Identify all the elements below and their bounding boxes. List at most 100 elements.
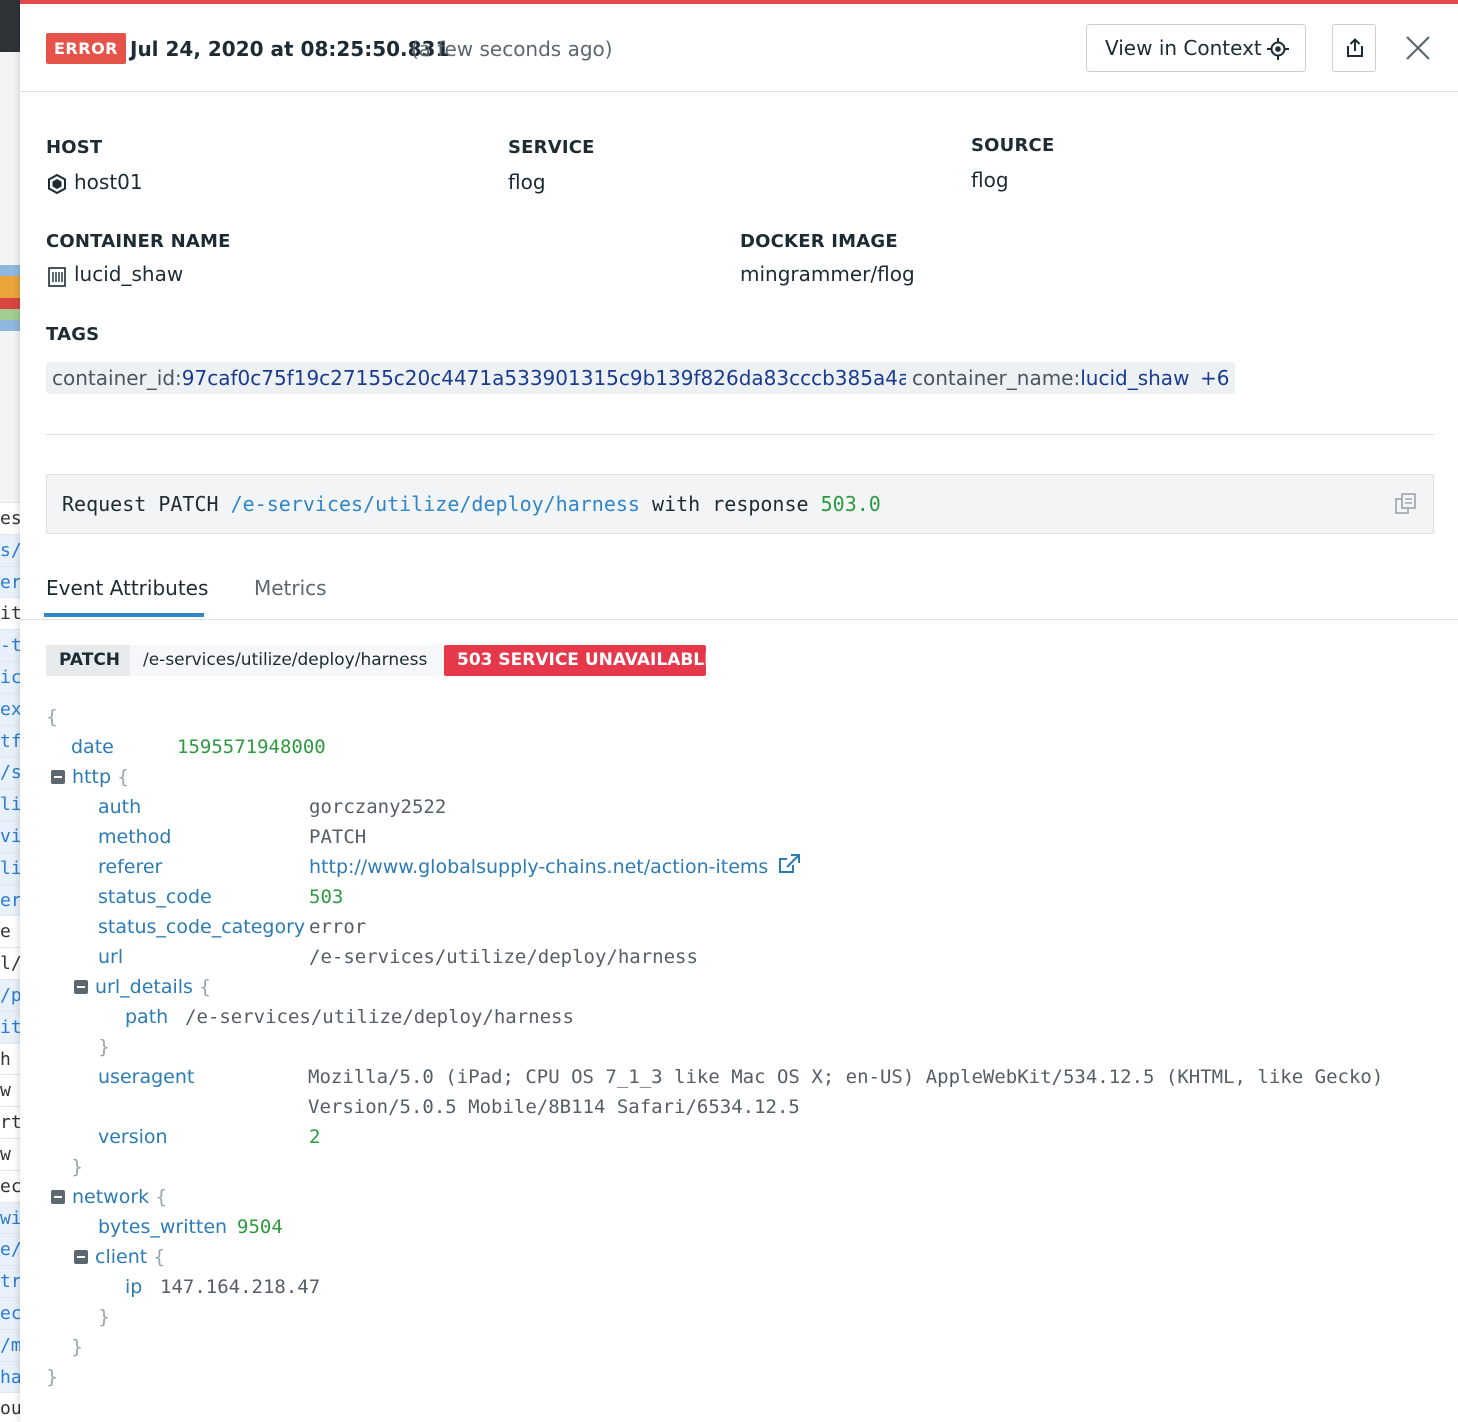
attr-value-useragent-line1[interactable]: Mozilla/5.0 (iPad; CPU OS 7_1_3 like Mac… [308, 1062, 1383, 1092]
background-log-row: rt [0, 1106, 20, 1139]
service-value[interactable]: flog [508, 170, 546, 194]
json-close-brace: } [98, 1306, 111, 1328]
status-badge: ERROR [46, 33, 126, 64]
attr-value-date[interactable]: 1595571948000 [177, 732, 326, 762]
log-detail-panel: ERROR Jul 24, 2020 at 08:25:50.831 (a fe… [20, 0, 1458, 1422]
background-log-row: tr [0, 1265, 20, 1298]
collapse-http-icon[interactable] [51, 770, 65, 784]
attr-key-useragent[interactable]: useragent [98, 1062, 194, 1092]
close-icon[interactable] [1402, 32, 1434, 64]
attr-value-status-code[interactable]: 503 [309, 882, 343, 912]
attr-key-ip[interactable]: ip [125, 1272, 142, 1302]
attr-key-auth[interactable]: auth [98, 792, 141, 822]
json-brace: { [198, 976, 212, 998]
message-code: 503.0 [820, 492, 881, 516]
attr-key-network: network [72, 1186, 150, 1208]
background-log-row: tf [0, 724, 20, 757]
attr-group-url-details[interactable]: url_details { [95, 972, 211, 1002]
attr-group-network[interactable]: network { [72, 1182, 167, 1212]
attr-key-status-code-category[interactable]: status_code_category [98, 912, 305, 942]
collapse-client-icon[interactable] [74, 1250, 88, 1264]
tag-value: 97caf0c75f19c27155c20c4471a533901315c9b1… [181, 366, 962, 390]
message-prefix: Request PATCH [62, 492, 231, 516]
attr-value-path[interactable]: /e-services/utilize/deploy/harness [185, 1002, 574, 1032]
detail-tabs: Event Attributes Metrics [20, 566, 1458, 620]
json-brace: { [117, 766, 130, 788]
json-open-brace: { [46, 706, 59, 728]
background-log-row: e [0, 915, 20, 948]
attr-group-client[interactable]: client { [95, 1242, 165, 1272]
background-log-row: l/ [0, 947, 20, 980]
attr-key-method[interactable]: method [98, 822, 171, 852]
view-in-context-button[interactable]: View in Context [1086, 24, 1306, 72]
request-method-pill: PATCH [46, 645, 130, 676]
share-icon [1347, 38, 1363, 57]
attr-value-url[interactable]: /e-services/utilize/deploy/harness [309, 942, 698, 972]
attr-value-ip[interactable]: 147.164.218.47 [160, 1272, 320, 1302]
attr-value-version[interactable]: 2 [309, 1122, 320, 1152]
host-value[interactable]: host01 [74, 170, 143, 194]
active-tab-indicator [44, 613, 204, 617]
docker-image-label: DOCKER IMAGE [740, 231, 898, 252]
background-log-list: es s/er it -t ic ex tf/s li vi li er e l//p it h w rt w ec… [0, 0, 20, 1422]
tag-key: container_id: [52, 366, 182, 390]
attr-value-auth[interactable]: gorczany2522 [309, 792, 446, 822]
attr-key-status-code[interactable]: status_code [98, 882, 212, 912]
background-log-row: wi [0, 1201, 20, 1234]
source-value[interactable]: flog [971, 168, 1009, 192]
background-log-row: w [0, 1074, 20, 1107]
attr-key-url-details: url_details [95, 976, 193, 998]
attr-value-method[interactable]: PATCH [309, 822, 366, 852]
referer-link: http://www.globalsupply-chains.net/actio… [309, 856, 769, 878]
share-button[interactable] [1332, 24, 1376, 72]
json-brace: { [155, 1186, 168, 1208]
attr-value-bytes-written[interactable]: 9504 [237, 1212, 283, 1242]
docker-image-value[interactable]: mingrammer/flog [740, 262, 915, 286]
background-log-row: -t [0, 629, 20, 662]
attr-value-status-code-category[interactable]: error [309, 912, 366, 942]
background-log-row: er [0, 565, 20, 598]
tags-more-button[interactable]: +6 [1194, 362, 1236, 394]
attr-value-referer[interactable]: http://www.globalsupply-chains.net/actio… [309, 852, 801, 882]
attr-key-url[interactable]: url [98, 942, 123, 972]
view-in-context-label: View in Context [1105, 36, 1262, 60]
background-log-row: e/ [0, 1233, 20, 1266]
background-log-row: /p [0, 979, 20, 1011]
crosshair-icon [1267, 38, 1289, 60]
background-log-row: s/ [0, 533, 20, 566]
background-log-row: ex [0, 692, 20, 725]
attr-group-http[interactable]: http { [72, 762, 129, 792]
log-timestamp: Jul 24, 2020 at 08:25:50.831 [130, 37, 450, 61]
json-close-brace: } [98, 1036, 111, 1058]
attr-key-bytes-written[interactable]: bytes_written [98, 1212, 227, 1242]
tab-event-attributes[interactable]: Event Attributes [46, 574, 208, 602]
host-hexagon-icon [48, 174, 66, 194]
attr-key-version[interactable]: version [98, 1122, 168, 1152]
attr-key-path[interactable]: path [125, 1002, 168, 1032]
tab-metrics[interactable]: Metrics [254, 574, 327, 602]
attr-key-referer[interactable]: referer [98, 852, 162, 882]
container-name-label: CONTAINER NAME [46, 231, 231, 252]
background-log-row: it [0, 597, 20, 630]
background-log-row: li [0, 851, 20, 884]
host-label: HOST [46, 137, 103, 158]
panel-header: ERROR Jul 24, 2020 at 08:25:50.831 (a fe… [20, 4, 1458, 92]
collapse-url-details-icon[interactable] [74, 980, 88, 994]
tag-container-id[interactable]: container_id:97caf0c75f19c27155c20c4471a… [46, 362, 968, 394]
copy-icon[interactable] [1395, 493, 1417, 515]
attr-key-date[interactable]: date [71, 732, 114, 762]
log-message: Request PATCH /e-services/utilize/deploy… [46, 474, 1434, 534]
background-log-row: ec [0, 1297, 20, 1329]
container-icon [48, 267, 66, 287]
container-name-value[interactable]: lucid_shaw [74, 262, 183, 286]
json-close-brace: } [71, 1156, 84, 1178]
tag-container-name[interactable]: container_name:lucid_shaw [906, 362, 1196, 394]
message-path: /e-services/utilize/deploy/harness [230, 492, 640, 516]
background-log-row: li [0, 788, 20, 821]
json-close-brace: } [71, 1336, 84, 1358]
attr-key-http: http [72, 766, 112, 788]
request-status-pill: 503 SERVICE UNAVAILABLE [444, 645, 716, 676]
collapse-network-icon[interactable] [51, 1190, 65, 1204]
external-link-icon[interactable] [778, 854, 801, 874]
attr-value-useragent-line2[interactable]: Version/5.0.5 Mobile/8B114 Safari/6534.1… [308, 1092, 800, 1122]
